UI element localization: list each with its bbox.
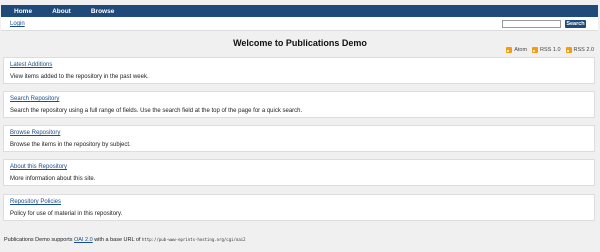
feed-rss1[interactable]: RSS 1.0 <box>532 47 561 53</box>
section-link-search-repository[interactable]: Search Repository <box>10 96 59 102</box>
section-link-about-repository[interactable]: About this Repository <box>10 164 67 170</box>
footer-text: Publications Demo supports OAI 2.0 with … <box>4 237 246 243</box>
search-button[interactable]: Search <box>565 20 586 28</box>
section-search-repository: Search Repository Search the repository … <box>3 91 595 118</box>
login-search-bar: Login Search <box>1 17 598 31</box>
base-url: http://pub-www-eprints-hosting.org/cgi/o… <box>142 237 246 242</box>
section-description: Browse the items in the repository by su… <box>10 142 131 148</box>
section-repository-policies: Repository Policies Policy for use of ma… <box>3 194 595 221</box>
top-nav-bar: Home About Browse <box>1 5 598 17</box>
section-description: View items added to the repository in th… <box>10 74 149 80</box>
section-description: More information about this site. <box>10 176 96 182</box>
nav-home[interactable]: Home <box>14 8 32 15</box>
feed-atom[interactable]: Atom <box>506 47 527 53</box>
rss-icon <box>565 47 572 53</box>
feed-atom-label: Atom <box>514 47 528 53</box>
section-about-repository: About this Repository More information a… <box>3 159 595 186</box>
section-browse-repository: Browse Repository Browse the items in th… <box>3 125 595 152</box>
feed-rss2-label: RSS 2.0 <box>573 47 594 53</box>
feed-rss2[interactable]: RSS 2.0 <box>565 47 594 53</box>
section-link-latest-additions[interactable]: Latest Additions <box>10 62 52 68</box>
nav-browse[interactable]: Browse <box>91 8 114 15</box>
rss-icon <box>532 47 539 53</box>
nav-about[interactable]: About <box>52 8 71 15</box>
search-input[interactable] <box>502 20 561 28</box>
section-link-repository-policies[interactable]: Repository Policies <box>10 199 61 205</box>
feed-rss1-label: RSS 1.0 <box>540 47 561 53</box>
footer-prefix: Publications Demo supports <box>4 237 75 243</box>
feed-links: Atom RSS 1.0 RSS 2.0 <box>506 47 594 53</box>
section-description: Policy for use of material in this repos… <box>10 211 123 217</box>
rss-icon <box>506 47 513 53</box>
section-latest-additions: Latest Additions View items added to the… <box>3 57 595 84</box>
section-description: Search the repository using a full range… <box>10 108 303 114</box>
oai-link[interactable]: OAI 2.0 <box>74 237 93 243</box>
footer-middle: with a base URL of <box>92 237 142 243</box>
section-link-browse-repository[interactable]: Browse Repository <box>10 130 60 136</box>
login-link[interactable]: Login <box>10 21 25 27</box>
